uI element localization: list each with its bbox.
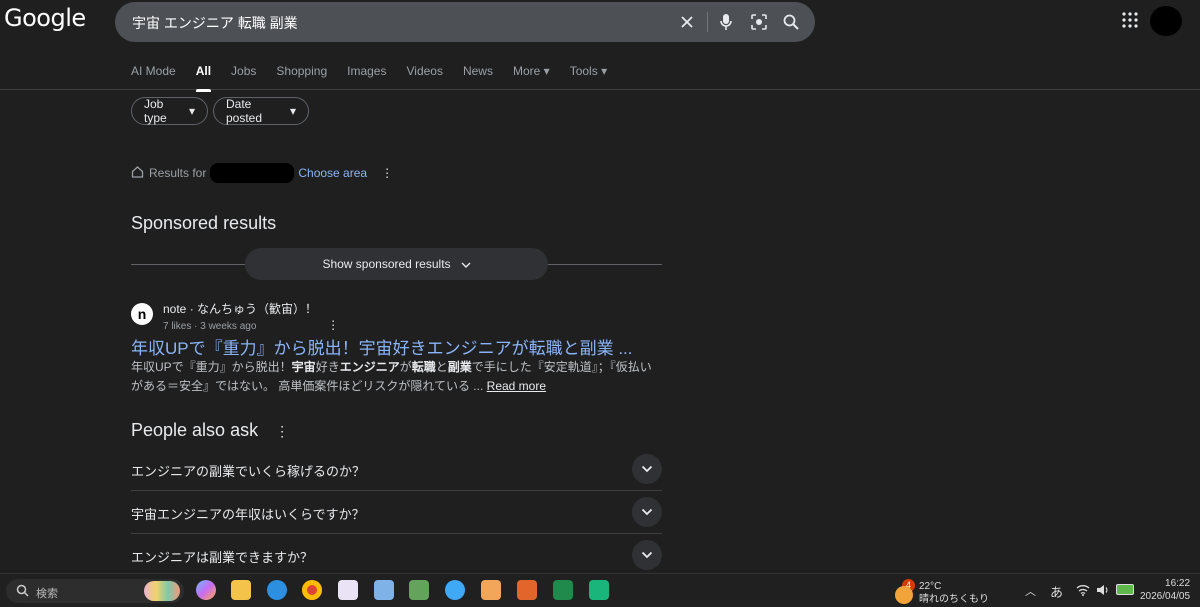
paa-question-text: エンジニアの副業でいくら稼げるのか？ — [131, 464, 366, 479]
clear-icon[interactable] — [675, 10, 699, 34]
caret-down-icon: ▾ — [289, 104, 296, 118]
tab-news[interactable]: News — [463, 64, 493, 89]
wifi-icon[interactable] — [1076, 583, 1090, 601]
photos-app-icon[interactable] — [481, 580, 501, 600]
copilot-icon[interactable] — [196, 580, 216, 600]
search-tabs: AI Mode All Jobs Shopping Images Videos … — [131, 64, 627, 92]
tab-all[interactable]: All — [195, 64, 212, 92]
more-options-icon[interactable]: ⋮ — [381, 166, 393, 180]
snipping-tool-icon[interactable] — [374, 580, 394, 600]
location-notice: Results for Choose area ⋮ — [131, 163, 393, 183]
ime-indicator[interactable]: あ — [1050, 582, 1063, 601]
tab-videos[interactable]: Videos — [406, 64, 442, 89]
easter-eggs-icon — [144, 581, 180, 601]
tab-more-label: More — [512, 64, 541, 78]
volume-icon[interactable] — [1096, 583, 1110, 601]
sponsored-heading: Sponsored results — [131, 213, 277, 233]
paa-question-text: エンジニアは副業できますか？ — [131, 550, 314, 565]
paa-question[interactable]: エンジニアは副業できますか？ — [131, 534, 662, 573]
search-icon[interactable] — [779, 10, 803, 34]
clock-time: 16:22 — [1165, 578, 1191, 589]
result-site-name[interactable]: note · なんちゅう（歓宙）！ — [163, 300, 317, 317]
snippet-bold: 宇宙 — [291, 360, 316, 374]
chevron-up-icon[interactable]: ︿ — [1025, 583, 1036, 599]
google-logo[interactable]: Google — [4, 4, 86, 32]
result-meta: 7 likes · 3 weeks ago ⋮ — [163, 318, 339, 332]
ubuntu-icon[interactable] — [517, 580, 537, 600]
camera-lens-icon[interactable] — [747, 10, 771, 34]
home-icon — [131, 165, 144, 181]
battery-icon[interactable] — [1116, 584, 1134, 595]
chevron-down-icon[interactable] — [632, 454, 662, 484]
weather-text: 22°C 晴れのちくもり — [919, 580, 989, 606]
tab-tools-label: Tools — [569, 64, 598, 78]
snippet-text: 好き — [315, 360, 340, 374]
more-options-icon[interactable]: ⋮ — [275, 423, 289, 439]
caret-down-icon: ▾ — [188, 104, 195, 118]
chevron-down-icon[interactable] — [632, 540, 662, 570]
search-box[interactable]: 宇宙 エンジニア 転職 副業 — [115, 2, 815, 42]
taskbar-clock[interactable]: 16:22 2026/04/05 — [1140, 577, 1190, 603]
redacted-location — [210, 163, 295, 183]
google-apps-icon[interactable] — [1122, 12, 1138, 33]
snippet-bold: エンジニア — [339, 360, 400, 374]
excel-icon[interactable] — [553, 580, 573, 600]
read-more-link[interactable]: Read more — [487, 379, 546, 393]
chevron-down-icon[interactable] — [632, 497, 662, 527]
results-for-label: Results for — [149, 166, 207, 180]
app-n-icon[interactable] — [589, 580, 609, 600]
taskbar-search[interactable]: 検索 — [6, 579, 184, 603]
tab-shopping[interactable]: Shopping — [276, 64, 327, 89]
job-type-filter[interactable]: Job type ▾ — [131, 97, 208, 125]
snippet-bold: 副業 — [447, 360, 472, 374]
globe-app-icon[interactable] — [445, 580, 465, 600]
weather-temp: 22°C — [919, 581, 942, 592]
edge-icon[interactable] — [267, 580, 287, 600]
tab-more[interactable]: More ▾ — [513, 64, 550, 89]
caret-down-icon: ▾ — [543, 64, 550, 78]
search-icon — [16, 584, 29, 600]
choose-area-link[interactable]: Choose area — [298, 166, 367, 180]
clock-date: 2026/04/05 — [1140, 591, 1191, 602]
snippet-text: 年収UPで『重力』から脱出！ — [131, 360, 292, 374]
search-input[interactable]: 宇宙 エンジニア 転職 副業 — [132, 13, 298, 33]
paa-question-text: 宇宙エンジニアの年収はいくらですか？ — [131, 507, 365, 522]
caret-down-icon: ▾ — [601, 64, 608, 78]
chevron-down-icon — [461, 257, 471, 271]
chrome-icon[interactable] — [302, 580, 322, 600]
note-favicon[interactable]: n — [131, 303, 153, 325]
windows-taskbar: 検索 4 22°C 晴れのちくもり ︿ あ 16:22 2026/04/05 — [0, 573, 1200, 607]
tab-ai-mode[interactable]: AI Mode — [131, 64, 176, 89]
result-more-icon[interactable]: ⋮ — [327, 318, 339, 332]
microphone-icon[interactable] — [714, 10, 738, 34]
people-also-ask-title: People also ask — [131, 420, 259, 440]
result-meta-text: 7 likes · 3 weeks ago — [163, 321, 257, 332]
search-box-divider — [707, 12, 708, 32]
tab-images[interactable]: Images — [347, 64, 386, 89]
tab-jobs[interactable]: Jobs — [231, 64, 256, 89]
result-title-link[interactable]: 年収UPで『重力』から脱出！宇宙好きエンジニアが転職と副業 ... — [131, 334, 633, 359]
show-sponsored-button[interactable]: Show sponsored results — [245, 248, 548, 280]
account-avatar[interactable] — [1150, 6, 1182, 36]
search-header: Google 宇宙 エンジニア 転職 副業 AI Mode All Jobs S… — [0, 0, 1200, 92]
result-snippet: 年収UPで『重力』から脱出！宇宙好きエンジニアが転職と副業で手にした『安定軌道』… — [131, 358, 662, 396]
paa-question[interactable]: 宇宙エンジニアの年収はいくらですか？ — [131, 491, 662, 534]
snippet-text: と — [435, 360, 448, 374]
paa-question[interactable]: エンジニアの副業でいくら稼げるのか？ — [131, 448, 662, 491]
taskbar-search-placeholder: 検索 — [36, 588, 58, 600]
app-icon[interactable] — [409, 580, 429, 600]
date-posted-label: Date posted — [226, 97, 263, 125]
job-type-label: Job type — [144, 97, 167, 125]
weather-sun-icon — [895, 586, 913, 604]
snippet-bold: 転職 — [411, 360, 436, 374]
weather-desc: 晴れのちくもり — [919, 594, 989, 605]
file-explorer-icon[interactable] — [231, 580, 251, 600]
date-posted-filter[interactable]: Date posted ▾ — [213, 97, 309, 125]
snippet-text: が — [399, 360, 412, 374]
tab-tools[interactable]: Tools ▾ — [570, 64, 607, 89]
show-sponsored-label: Show sponsored results — [322, 257, 451, 271]
notepad-icon[interactable] — [338, 580, 358, 600]
people-also-ask-heading: People also ask ⋮ — [131, 420, 289, 441]
